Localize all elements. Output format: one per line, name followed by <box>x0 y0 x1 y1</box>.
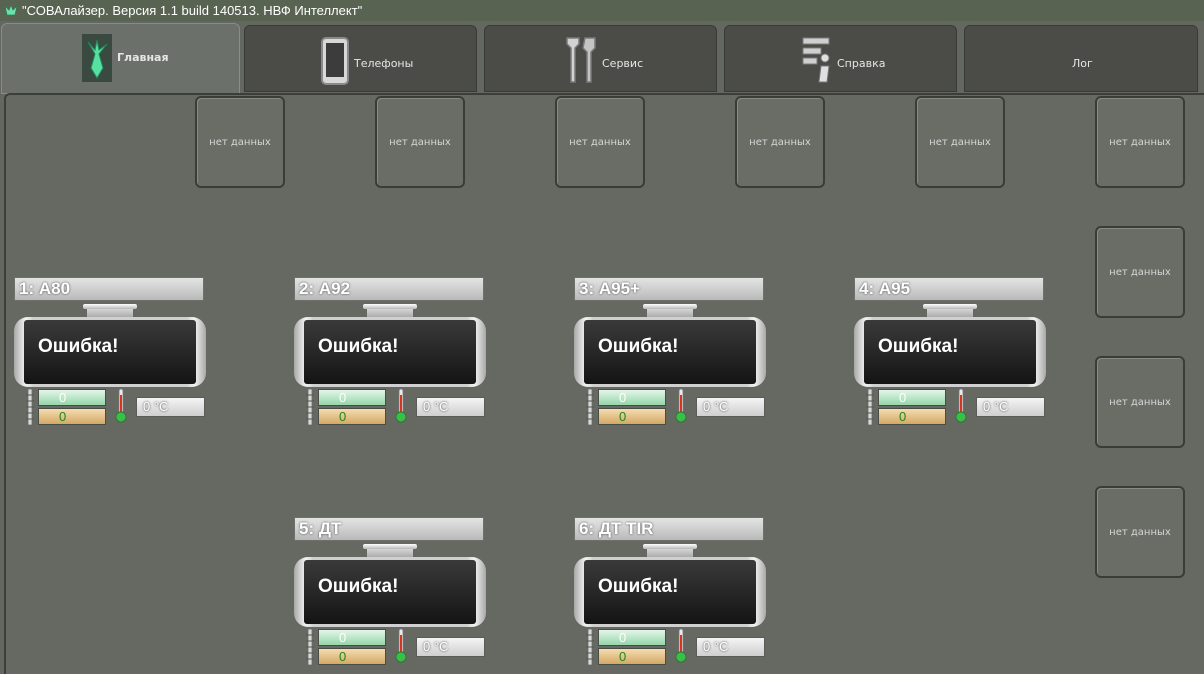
level-top-value: 0 <box>878 389 946 406</box>
tank-cap <box>643 304 697 318</box>
tank-cap <box>363 304 417 318</box>
level-gauge-icon <box>306 629 314 665</box>
temperature-value: 0 °C <box>976 397 1045 417</box>
tank-cap <box>363 544 417 558</box>
window-title: "СОВАлайзер. Версия 1.1 build 140513. НВ… <box>22 3 363 18</box>
level-bottom-value: 0 <box>38 408 106 425</box>
tank-name: 1: А80 <box>14 277 204 301</box>
temperature-value: 0 °C <box>416 637 485 657</box>
tank-status: Ошибка! <box>584 320 756 384</box>
level-bottom-value: 0 <box>598 408 666 425</box>
tank-name: 6: ДТ TIR <box>574 517 764 541</box>
level-gauge-icon <box>586 629 594 665</box>
tools-icon <box>566 37 596 83</box>
nozzle-5[interactable]: нет данных <box>915 96 1005 188</box>
tank-4[interactable]: 4: А95 Ошибка! 0 0 0 °C <box>854 277 1046 429</box>
tank-cap <box>923 304 977 318</box>
nozzle-3[interactable]: нет данных <box>555 96 645 188</box>
tab-main-label: Главная <box>117 51 169 64</box>
thermometer-icon <box>115 388 127 423</box>
tank-body: Ошибка! <box>854 317 1046 387</box>
thermometer-icon <box>395 388 407 423</box>
tank-6[interactable]: 6: ДТ TIR Ошибка! 0 0 0 °C <box>574 517 766 669</box>
tank-body: Ошибка! <box>294 317 486 387</box>
level-top-value: 0 <box>598 629 666 646</box>
level-top-value: 0 <box>598 389 666 406</box>
temperature-value: 0 °C <box>696 397 765 417</box>
nozzle-9[interactable]: нет данных <box>1095 486 1185 578</box>
tank-body: Ошибка! <box>294 557 486 627</box>
owl-icon <box>4 4 18 16</box>
tank-status: Ошибка! <box>304 560 476 624</box>
tab-log[interactable]: Лог <box>964 25 1198 92</box>
nozzle-1[interactable]: нет данных <box>195 96 285 188</box>
tank-name: 4: А95 <box>854 277 1044 301</box>
tank-name: 2: А92 <box>294 277 484 301</box>
tank-status: Ошибка! <box>304 320 476 384</box>
tab-phones[interactable]: Телефоны <box>244 25 477 92</box>
thermometer-icon <box>395 628 407 663</box>
tab-service[interactable]: Сервис <box>484 25 717 92</box>
tab-log-label: Лог <box>1072 57 1093 70</box>
tank-1[interactable]: 1: А80 Ошибка! 0 0 0 °C <box>14 277 206 429</box>
tank-status: Ошибка! <box>864 320 1036 384</box>
nozzle-8[interactable]: нет данных <box>1095 356 1185 448</box>
nozzle-6[interactable]: нет данных <box>1095 96 1185 188</box>
level-gauge-icon <box>586 389 594 425</box>
tank-body: Ошибка! <box>574 317 766 387</box>
level-bottom-value: 0 <box>598 648 666 665</box>
tab-help[interactable]: Справка <box>724 25 957 92</box>
thermometer-icon <box>675 388 687 423</box>
tank-cap <box>643 544 697 558</box>
tank-body: Ошибка! <box>14 317 206 387</box>
level-top-value: 0 <box>318 629 386 646</box>
tank-cap <box>83 304 137 318</box>
level-bottom-value: 0 <box>318 648 386 665</box>
thermometer-icon <box>955 388 967 423</box>
tab-help-label: Справка <box>837 57 886 70</box>
nozzle-4[interactable]: нет данных <box>735 96 825 188</box>
thermometer-icon <box>675 628 687 663</box>
level-bottom-value: 0 <box>318 408 386 425</box>
tank-5[interactable]: 5: ДТ Ошибка! 0 0 0 °C <box>294 517 486 669</box>
tab-service-label: Сервис <box>602 57 644 70</box>
phone-icon <box>321 37 349 85</box>
tank-name: 5: ДТ <box>294 517 484 541</box>
title-bar: "СОВАлайзер. Версия 1.1 build 140513. НВ… <box>0 0 1204 21</box>
help-icon <box>802 37 830 83</box>
level-gauge-icon <box>26 389 34 425</box>
tank-status: Ошибка! <box>24 320 196 384</box>
nozzle-7[interactable]: нет данных <box>1095 226 1185 318</box>
tab-phones-label: Телефоны <box>354 57 414 70</box>
tab-strip: Главная Телефоны Сервис Справка Лог <box>0 21 1204 94</box>
tank-name: 3: А95+ <box>574 277 764 301</box>
level-bottom-value: 0 <box>878 408 946 425</box>
level-gauge-icon <box>306 389 314 425</box>
tank-status: Ошибка! <box>584 560 756 624</box>
tank-2[interactable]: 2: А92 Ошибка! 0 0 0 °C <box>294 277 486 429</box>
tank-body: Ошибка! <box>574 557 766 627</box>
tab-main[interactable]: Главная <box>1 23 240 94</box>
temperature-value: 0 °C <box>416 397 485 417</box>
level-top-value: 0 <box>318 389 386 406</box>
nozzle-2[interactable]: нет данных <box>375 96 465 188</box>
tank-3[interactable]: 3: А95+ Ошибка! 0 0 0 °C <box>574 277 766 429</box>
owl-icon <box>82 34 112 82</box>
level-top-value: 0 <box>38 389 106 406</box>
temperature-value: 0 °C <box>696 637 765 657</box>
temperature-value: 0 °C <box>136 397 205 417</box>
level-gauge-icon <box>866 389 874 425</box>
